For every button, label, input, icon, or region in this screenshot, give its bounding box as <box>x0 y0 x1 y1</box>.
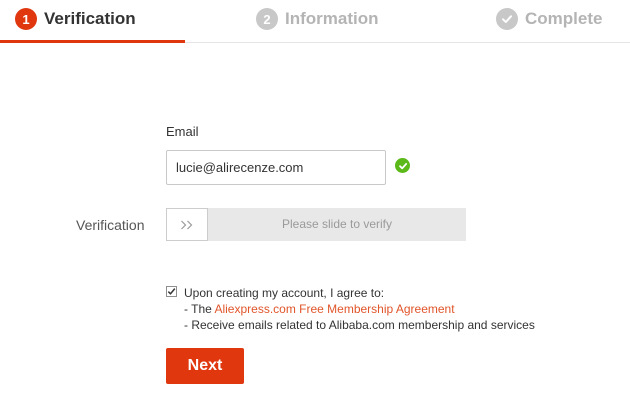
step-number-badge: 1 <box>15 8 37 30</box>
email-field[interactable] <box>166 150 386 185</box>
agreement-line-2: - Receive emails related to Alibaba.com … <box>184 318 535 332</box>
slider-handle[interactable] <box>166 208 208 241</box>
next-button[interactable]: Next <box>166 348 244 384</box>
slide-to-verify-track[interactable]: Please slide to verify <box>166 208 466 241</box>
slider-instruction: Please slide to verify <box>281 217 393 231</box>
active-step-indicator <box>0 40 185 43</box>
agreement-text: Upon creating my account, I agree to: - … <box>184 285 535 333</box>
step-label: Complete <box>525 9 603 28</box>
step-complete: Complete <box>496 7 602 31</box>
step-information: 2 Information <box>256 7 379 31</box>
step-number-badge: 2 <box>256 8 278 30</box>
step-label: Verification <box>44 9 136 28</box>
verification-label: Verification <box>76 217 145 233</box>
valid-check-icon <box>395 158 410 173</box>
agreement-line-1-prefix: - The <box>184 302 215 316</box>
double-chevron-right-icon <box>180 220 194 230</box>
agreement-line-1: - The Aliexpress.com Free Membership Agr… <box>184 301 535 317</box>
agreement-intro: Upon creating my account, I agree to: <box>184 286 385 300</box>
agreement-checkbox[interactable] <box>166 286 177 297</box>
email-label: Email <box>166 124 199 139</box>
checkbox-check-icon <box>167 288 176 295</box>
step-verification: 1 Verification <box>15 7 136 31</box>
step-label: Information <box>285 9 379 28</box>
membership-agreement-link[interactable]: Aliexpress.com Free Membership Agreement <box>214 302 454 316</box>
check-icon <box>496 8 518 30</box>
step-progress-bar: 1 Verification 2 Information Complete <box>0 0 630 43</box>
